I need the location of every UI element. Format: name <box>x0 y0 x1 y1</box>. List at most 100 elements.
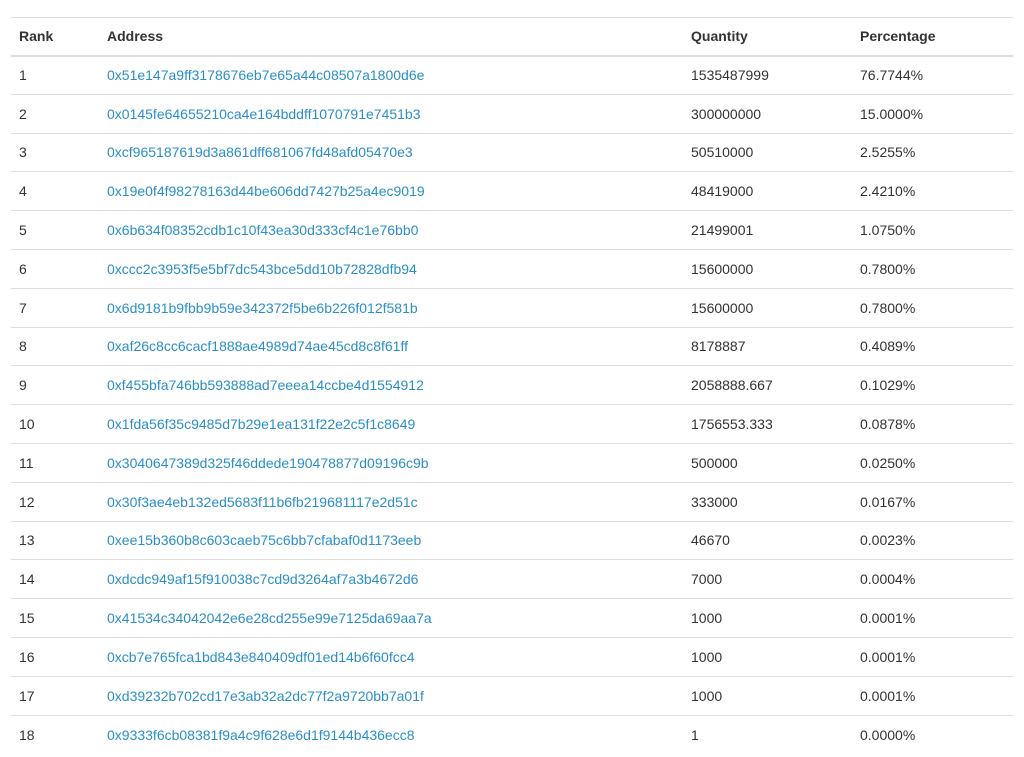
address-link[interactable]: 0x51e147a9ff3178676eb7e65a44c08507a1800d… <box>107 67 424 83</box>
percentage-cell: 0.0001% <box>852 676 1013 716</box>
percentage-cell: 15.0000% <box>852 94 1013 134</box>
table-row: 1 0x51e147a9ff3178676eb7e65a44c08507a180… <box>11 55 1013 95</box>
rank-cell: 3 <box>11 133 99 173</box>
address-link[interactable]: 0x41534c34042042e6e28cd255e99e7125da69aa… <box>107 610 432 626</box>
address-link[interactable]: 0xaf26c8cc6cacf1888ae4989d74ae45cd8c8f61… <box>107 338 408 354</box>
address-link[interactable]: 0xcf965187619d3a861dff681067fd48afd05470… <box>107 144 413 160</box>
percentage-cell: 0.0001% <box>852 598 1013 638</box>
rank-cell: 11 <box>11 443 99 483</box>
rank-cell: 1 <box>11 55 99 95</box>
rank-cell: 12 <box>11 482 99 522</box>
rank-cell: 8 <box>11 327 99 367</box>
quantity-cell: 7000 <box>683 559 852 600</box>
address-cell: 0x19e0f4f98278163d44be606dd7427b25a4ec90… <box>99 171 683 212</box>
table-row: 13 0xee15b360b8c603caeb75c6bb7cfabaf0d11… <box>11 521 1013 561</box>
quantity-cell: 15600000 <box>683 249 852 289</box>
header-row: Rank Address Quantity Percentage <box>11 17 1013 57</box>
percentage-cell: 0.0023% <box>852 521 1013 561</box>
quantity-cell: 1000 <box>683 598 852 638</box>
address-cell: 0xaf26c8cc6cacf1888ae4989d74ae45cd8c8f61… <box>99 327 683 367</box>
address-link[interactable]: 0x6b634f08352cdb1c10f43ea30d333cf4c1e76b… <box>107 222 418 238</box>
percentage-cell: 0.4089% <box>852 327 1013 367</box>
address-link[interactable]: 0x3040647389d325f46ddede190478877d09196c… <box>107 455 429 471</box>
address-link[interactable]: 0xf455bfa746bb593888ad7eeea14ccbe4d15549… <box>107 377 424 393</box>
table-row: 10 0x1fda56f35c9485d7b29e1ea131f22e2c5f1… <box>11 404 1013 444</box>
rank-cell: 2 <box>11 94 99 134</box>
table-row: 5 0x6b634f08352cdb1c10f43ea30d333cf4c1e7… <box>11 210 1013 250</box>
header-quantity: Quantity <box>683 17 852 57</box>
rank-cell: 6 <box>11 249 99 289</box>
table-row: 17 0xd39232b702cd17e3ab32a2dc77f2a9720bb… <box>11 676 1013 716</box>
address-link[interactable]: 0x6d9181b9fbb9b59e342372f5be6b226f012f58… <box>107 300 418 316</box>
percentage-cell: 76.7744% <box>852 55 1013 95</box>
quantity-cell: 1 <box>691 726 699 743</box>
table-body: 1 0x51e147a9ff3178676eb7e65a44c08507a180… <box>11 55 1013 754</box>
percentage-cell: 2.5255% <box>852 133 1013 173</box>
percentage-cell: 0.0250% <box>852 443 1013 483</box>
quantity-cell: 15600000 <box>683 288 852 328</box>
percentage-cell: 1.0750% <box>852 210 1013 250</box>
address-cell: 0x41534c34042042e6e28cd255e99e7125da69aa… <box>99 598 683 638</box>
address-cell: 0x6b634f08352cdb1c10f43ea30d333cf4c1e76b… <box>99 210 683 250</box>
address-link[interactable]: 0xee15b360b8c603caeb75c6bb7cfabaf0d1173e… <box>107 532 421 548</box>
quantity-cell: 48419000 <box>683 171 852 212</box>
rank-cell: 10 <box>11 404 99 444</box>
rank-cell: 9 <box>11 365 99 406</box>
address-cell: 0xcb7e765fca1bd843e840409df01ed14b6f60fc… <box>99 637 683 677</box>
address-cell: 0xccc2c3953f5e5bf7dc543bce5dd10b72828dfb… <box>99 249 683 289</box>
percentage-cell: 0.0001% <box>852 637 1013 677</box>
rank-cell: 14 <box>11 559 99 600</box>
table-row: 18 0x9333f6cb08381f9a4c9f628e6d1f9144b43… <box>11 715 1013 754</box>
address-link[interactable]: 0x0145fe64655210ca4e164bddff1070791e7451… <box>107 106 421 122</box>
percentage-cell: 0.0004% <box>852 559 1013 600</box>
address-cell: 0x30f3ae4eb132ed5683f11b6fb219681117e2d5… <box>99 482 683 522</box>
quantity-cell: 50510000 <box>683 133 852 173</box>
quantity-cell: 8178887 <box>683 327 852 367</box>
table-row: 9 0xf455bfa746bb593888ad7eeea14ccbe4d155… <box>11 365 1013 406</box>
quantity-cell: 21499001 <box>683 210 852 250</box>
percentage-cell: 2.4210% <box>852 171 1013 212</box>
quantity-cell: 500000 <box>683 443 852 483</box>
header-address: Address <box>99 17 683 57</box>
rank-cell: 5 <box>11 210 99 250</box>
rank-cell: 15 <box>11 598 99 638</box>
address-link[interactable]: 0x30f3ae4eb132ed5683f11b6fb219681117e2d5… <box>107 494 418 510</box>
address-link[interactable]: 0xccc2c3953f5e5bf7dc543bce5dd10b72828dfb… <box>107 261 417 277</box>
quantity-cell: 300000000 <box>683 94 852 134</box>
percentage-cell: 0.1029% <box>852 365 1013 406</box>
table-row: 12 0x30f3ae4eb132ed5683f11b6fb219681117e… <box>11 482 1013 522</box>
quantity-cell: 1535487999 <box>683 55 852 95</box>
address-link[interactable]: 0x1fda56f35c9485d7b29e1ea131f22e2c5f1c86… <box>107 416 415 432</box>
percentage-cell: 0.0000% <box>860 726 916 743</box>
quantity-cell: 1000 <box>683 676 852 716</box>
address-cell: 0x51e147a9ff3178676eb7e65a44c08507a1800d… <box>99 55 683 95</box>
address-link[interactable]: 0xdcdc949af15f910038c7cd9d3264af7a3b4672… <box>107 571 418 587</box>
address-cell: 0x3040647389d325f46ddede190478877d09196c… <box>99 443 683 483</box>
table-row: 16 0xcb7e765fca1bd843e840409df01ed14b6f6… <box>11 637 1013 677</box>
header-rank: Rank <box>11 17 99 57</box>
table-row: 3 0xcf965187619d3a861dff681067fd48afd054… <box>11 133 1013 173</box>
address-cell: 0x1fda56f35c9485d7b29e1ea131f22e2c5f1c86… <box>99 404 683 444</box>
address-link[interactable]: 0x9333f6cb08381f9a4c9f628e6d1f9144b436ec… <box>107 727 415 743</box>
header-percentage: Percentage <box>852 17 1013 57</box>
quantity-cell: 333000 <box>683 482 852 522</box>
rank-cell: 17 <box>11 676 99 716</box>
rank-cell: 18 <box>19 726 35 743</box>
quantity-cell: 2058888.667 <box>683 365 852 406</box>
address-link[interactable]: 0x19e0f4f98278163d44be606dd7427b25a4ec90… <box>107 183 425 199</box>
address-cell: 0x6d9181b9fbb9b59e342372f5be6b226f012f58… <box>99 288 683 328</box>
table-row: 6 0xccc2c3953f5e5bf7dc543bce5dd10b72828d… <box>11 249 1013 289</box>
address-cell: 0xf455bfa746bb593888ad7eeea14ccbe4d15549… <box>99 365 683 406</box>
address-link[interactable]: 0xd39232b702cd17e3ab32a2dc77f2a9720bb7a0… <box>107 688 424 704</box>
table-row: 2 0x0145fe64655210ca4e164bddff1070791e74… <box>11 94 1013 134</box>
address-link[interactable]: 0xcb7e765fca1bd843e840409df01ed14b6f60fc… <box>107 649 415 665</box>
rank-cell: 13 <box>11 521 99 561</box>
percentage-cell: 0.7800% <box>852 249 1013 289</box>
table-row: 8 0xaf26c8cc6cacf1888ae4989d74ae45cd8c8f… <box>11 327 1013 367</box>
address-cell: 0x9333f6cb08381f9a4c9f628e6d1f9144b436ec… <box>99 715 683 754</box>
table-row: 7 0x6d9181b9fbb9b59e342372f5be6b226f012f… <box>11 288 1013 328</box>
address-cell: 0xd39232b702cd17e3ab32a2dc77f2a9720bb7a0… <box>99 676 683 716</box>
address-cell: 0x0145fe64655210ca4e164bddff1070791e7451… <box>99 94 683 134</box>
table-row: 15 0x41534c34042042e6e28cd255e99e7125da6… <box>11 598 1013 638</box>
rank-cell: 4 <box>11 171 99 212</box>
